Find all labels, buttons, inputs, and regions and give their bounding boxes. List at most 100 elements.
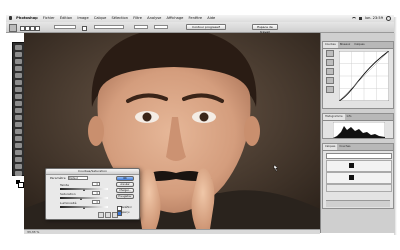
tab-info[interactable]: Info <box>345 114 354 120</box>
zoom-level[interactable]: 33,33 % <box>27 230 39 234</box>
menu-calque[interactable]: Calque <box>94 16 106 20</box>
histogram-graph <box>333 122 385 138</box>
panel-dock: Courbes Niveaux Calques Histogramme Info <box>320 33 395 233</box>
refine-edge-button[interactable]: Contour progressif <box>186 24 226 30</box>
layer-row[interactable] <box>326 184 392 192</box>
path-selection-tool-icon[interactable] <box>15 150 22 155</box>
cancel-button[interactable]: Annuler <box>116 182 134 187</box>
menu-fichier[interactable]: Fichier <box>43 16 55 20</box>
wifi-icon[interactable] <box>351 16 356 21</box>
menu-filtre[interactable]: Filtre <box>133 16 142 20</box>
menu-edition[interactable]: Édition <box>60 16 72 20</box>
volume-icon[interactable] <box>358 17 362 20</box>
tab-layers[interactable]: Calques <box>352 42 366 48</box>
eraser-tool-icon[interactable] <box>15 115 22 120</box>
gradient-tool-icon[interactable] <box>15 122 22 127</box>
saturation-slider[interactable] <box>60 197 108 199</box>
right-ear <box>244 116 260 146</box>
eyedropper-tool-icon[interactable] <box>15 80 22 85</box>
save-button[interactable]: Enregistrer <box>116 194 134 199</box>
pen-tool-icon[interactable] <box>15 136 22 141</box>
antialias-checkbox[interactable] <box>82 25 87 31</box>
tab-levels[interactable]: Niveaux <box>338 42 353 48</box>
style-select[interactable] <box>94 24 124 29</box>
tab-histogram[interactable]: Histogramme <box>323 114 345 120</box>
tab-calques[interactable]: Calques <box>323 144 338 150</box>
saturation-value-field[interactable]: 0 <box>92 191 100 195</box>
history-brush-tool-icon[interactable] <box>15 108 22 113</box>
background-color-swatch[interactable] <box>17 181 24 188</box>
shape-tool-icon[interactable] <box>15 157 22 162</box>
layers-panel: Calques Couches <box>322 143 394 209</box>
curves-pencil-tool-icon[interactable] <box>326 59 334 66</box>
hue-saturation-dialog: Courbes/Saturation Paramètre Défaut Tein… <box>45 168 140 220</box>
ok-button[interactable]: OK <box>116 176 134 181</box>
brush-tool-icon[interactable] <box>15 94 22 99</box>
crop-tool-icon[interactable] <box>15 73 22 78</box>
saturation-label: Saturation <box>60 192 76 196</box>
clone-stamp-tool-icon[interactable] <box>15 101 22 106</box>
right-iris <box>199 112 209 122</box>
eyedropper-plus-icon[interactable] <box>105 212 111 218</box>
menu-image[interactable]: Image <box>77 16 88 20</box>
tab-curves[interactable]: Courbes <box>323 42 338 48</box>
move-tool-icon[interactable] <box>15 45 22 50</box>
curves-tools <box>326 50 334 106</box>
marquee-tool-icon[interactable] <box>9 24 17 32</box>
eyedropper-icon[interactable] <box>98 212 104 218</box>
color-swatches[interactable] <box>15 179 24 188</box>
saturation-slider-thumb[interactable] <box>80 198 83 200</box>
lasso-tool-icon[interactable] <box>15 59 22 64</box>
menu-analyse[interactable]: Analyse <box>147 16 161 20</box>
dodge-tool-icon[interactable] <box>15 129 22 134</box>
adjustments-panel: Courbes Niveaux Calques <box>322 41 394 109</box>
hue-value: 0 <box>96 182 98 186</box>
spotlight-icon[interactable] <box>386 16 391 21</box>
workspace-select[interactable]: Espace de travail <box>252 24 278 34</box>
menu-fenetre[interactable]: Fenêtre <box>189 16 203 20</box>
load-button[interactable]: Charger... <box>116 188 134 193</box>
height-field[interactable] <box>154 24 168 29</box>
menu-affichage[interactable]: Affichage <box>166 16 183 20</box>
curves-point-tool-icon[interactable] <box>326 50 334 57</box>
layer-row[interactable] <box>326 160 392 172</box>
marquee-tool-icon[interactable] <box>15 52 22 57</box>
layer-row[interactable] <box>326 172 392 184</box>
hand-tool-icon[interactable] <box>15 164 22 169</box>
clock[interactable]: lun. 23:59 <box>365 15 383 22</box>
hue-slider-thumb[interactable] <box>82 189 85 191</box>
layers-tabs: Calques Couches <box>323 144 393 151</box>
lightness-label: Luminosité <box>60 201 77 205</box>
histogram-tabs: Histogramme Info <box>323 114 393 121</box>
eyedropper-white-icon[interactable] <box>326 86 334 93</box>
saturation-value: 0 <box>96 191 98 195</box>
apple-icon[interactable] <box>9 16 12 20</box>
lightness-value-field[interactable]: 0 <box>92 200 100 204</box>
blend-mode-select[interactable] <box>326 153 392 159</box>
layer-thumbnail <box>349 175 354 180</box>
dialog-title: Courbes/Saturation <box>46 169 139 175</box>
curves-graph[interactable] <box>339 51 389 101</box>
eyedropper-black-icon[interactable] <box>326 68 334 75</box>
preset-label: Paramètre <box>50 176 66 180</box>
type-tool-icon[interactable] <box>15 143 22 148</box>
feather-field[interactable] <box>54 24 76 29</box>
hue-value-field[interactable]: 0 <box>92 182 100 186</box>
intersect-selection-icon[interactable] <box>35 25 40 31</box>
layers-panel-footer <box>326 200 390 207</box>
menu-aide[interactable]: Aide <box>207 16 215 20</box>
menu-photoshop[interactable]: Photoshop <box>16 16 38 20</box>
adjustments-tabs: Courbes Niveaux Calques <box>323 42 393 49</box>
hue-label: Teinte <box>60 183 69 187</box>
tab-couches[interactable]: Couches <box>337 144 352 150</box>
magic-wand-tool-icon[interactable] <box>15 66 22 71</box>
zoom-tool-icon[interactable] <box>15 171 22 176</box>
width-field[interactable] <box>134 24 148 29</box>
healing-brush-tool-icon[interactable] <box>15 87 22 92</box>
layer-thumbnail <box>349 163 354 168</box>
menu-selection[interactable]: Sélection <box>111 16 128 20</box>
eyedropper-gray-icon[interactable] <box>326 77 334 84</box>
lightness-slider-thumb[interactable] <box>82 207 85 209</box>
colorize-label: Redéfinir <box>121 205 132 209</box>
status-bar: 33,33 % <box>24 229 320 234</box>
